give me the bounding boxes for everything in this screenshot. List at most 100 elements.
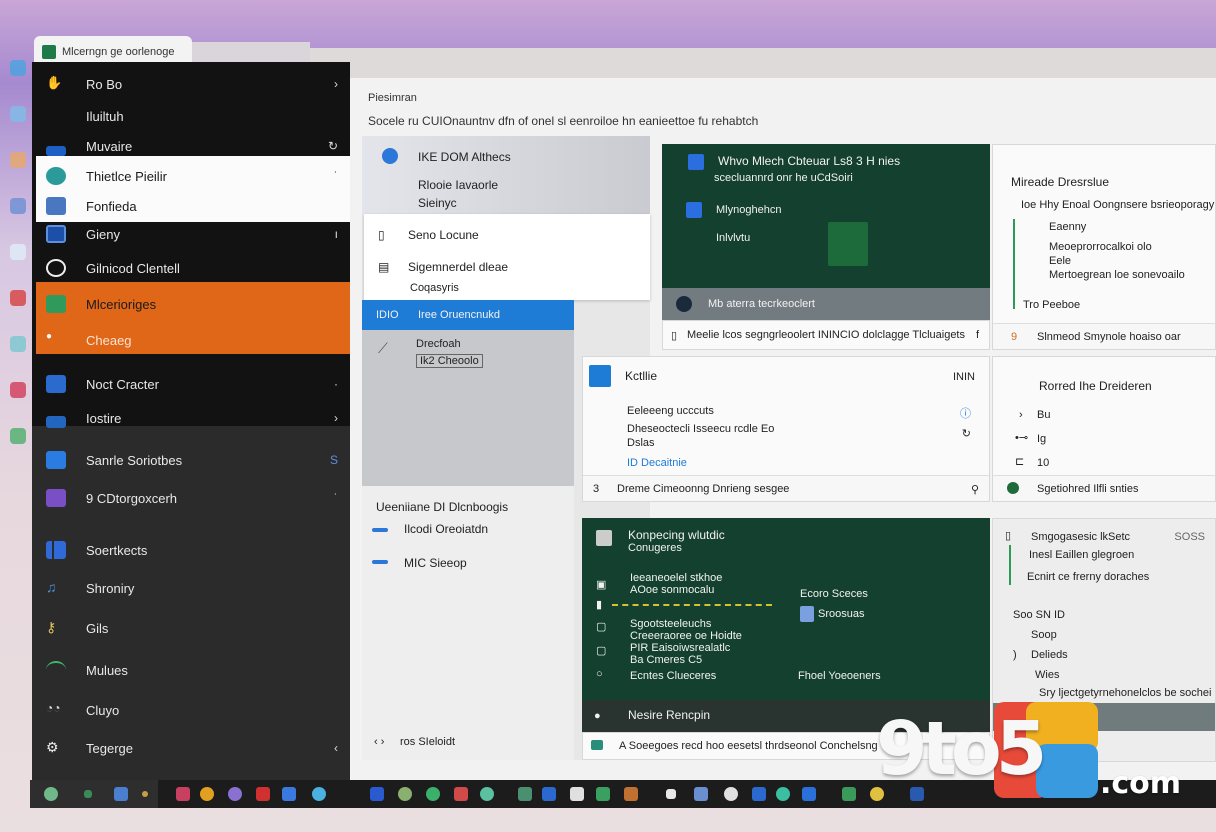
sidebar-item[interactable]: ♫ Shroniry xyxy=(32,578,350,598)
tree-item[interactable]: Eele xyxy=(1049,255,1071,267)
list-item[interactable]: Ilcodi Oreoiatdn xyxy=(404,522,488,536)
toggle-icon[interactable]: •⊸ xyxy=(1015,431,1028,444)
card-item[interactable]: Dheseoctecli Isseecu rcdle Eo xyxy=(627,423,774,435)
sidebar-item-active[interactable]: Mlcerioriges xyxy=(32,294,350,314)
taskbar-app-icon[interactable] xyxy=(200,787,214,801)
checkbox-icon[interactable]: ▯ xyxy=(671,329,677,342)
taskbar-app-icon[interactable] xyxy=(282,787,296,801)
taskbar-app-icon[interactable] xyxy=(480,787,494,801)
taskbar-app-icon[interactable] xyxy=(842,787,856,801)
sidebar-item[interactable]: Iluiltuh xyxy=(32,106,350,126)
app-icon[interactable] xyxy=(10,336,26,352)
sidebar-item[interactable]: Sanrle Soriotbes S xyxy=(32,450,350,470)
sidebar-item[interactable]: Gieny ı xyxy=(32,224,350,244)
sidebar-item[interactable]: ⚷ Gils xyxy=(32,618,350,638)
taskbar-app-icon[interactable] xyxy=(776,787,790,801)
sidebar-item[interactable]: Muvaire ↻ xyxy=(32,136,350,156)
menu-item[interactable]: Sigemnerdel dleae xyxy=(408,260,508,274)
app-icon[interactable] xyxy=(10,60,26,76)
card-d[interactable]: Rorred Ihe Dreideren › Bu •⊸ Ig ⊏ 10 Sge… xyxy=(992,356,1216,502)
taskbar-app-icon[interactable] xyxy=(542,787,556,801)
card-item: Sroosuas xyxy=(818,608,865,620)
app-icon[interactable] xyxy=(10,428,26,444)
taskbar-app-icon[interactable] xyxy=(426,787,440,801)
selected-list-item[interactable]: IDIO Iree Oruencnukd xyxy=(362,300,574,330)
sidebar-item[interactable]: ✋ Ro Bo › xyxy=(32,74,350,94)
app-icon[interactable] xyxy=(10,382,26,398)
card-a[interactable]: Whvo Mlech Cbteuar Ls8 3 H nies scecluan… xyxy=(662,144,990,320)
taskbar-app-icon[interactable] xyxy=(176,787,190,801)
sidebar-item[interactable]: ◔◔ Cluyo xyxy=(32,700,350,720)
sidebar-item[interactable]: Noct Cracter · xyxy=(32,374,350,394)
taskbar-app-icon[interactable] xyxy=(370,787,384,801)
card-a-footer[interactable]: ▯ Meelie lcos segngrleoolert ININCIO dol… xyxy=(662,320,990,350)
app-icon[interactable] xyxy=(10,152,26,168)
card-item[interactable]: Eeleeeng ucccuts xyxy=(627,405,714,417)
tray-icon[interactable] xyxy=(142,791,148,797)
taskbar-app-icon[interactable] xyxy=(694,787,708,801)
taskbar-app-icon[interactable] xyxy=(454,787,468,801)
sidebar-item[interactable]: Gilnicod Clentell xyxy=(32,258,350,278)
tree-item[interactable]: Eaenny xyxy=(1049,221,1086,233)
card-title: Kctllie xyxy=(625,369,658,383)
doc-icon xyxy=(686,202,702,218)
taskbar-app-icon[interactable] xyxy=(398,787,412,801)
taskbar-app-icon[interactable] xyxy=(256,787,270,801)
tray-icon[interactable] xyxy=(114,787,128,801)
card-item[interactable]: Inlvlvtu xyxy=(716,232,750,244)
window-tab[interactable]: Mlcerngn ge oorlenoge xyxy=(34,36,192,62)
tray-icon[interactable] xyxy=(84,790,92,798)
app-icon[interactable] xyxy=(10,244,26,260)
app-icon[interactable] xyxy=(10,198,26,214)
sidebar-item-selected[interactable]: Thietlce Pieilir ˙ xyxy=(32,166,350,186)
breadcrumb[interactable]: Piesimran xyxy=(368,92,417,104)
card-e[interactable]: Konpecing wlutdic Conugeres Ieeaneoelel … xyxy=(582,518,990,700)
tree-item[interactable]: Mertoegrean loe sonevoailo xyxy=(1049,269,1185,281)
blank-icon xyxy=(46,107,66,125)
card-footer-text: Sgetiohred Ilfli snties xyxy=(1037,483,1139,495)
taskbar-app-icon[interactable] xyxy=(752,787,766,801)
taskbar-app-icon[interactable] xyxy=(624,787,638,801)
card-item[interactable]: Dslas xyxy=(627,437,655,449)
card-item[interactable]: Delieds xyxy=(1031,649,1068,661)
card-item[interactable]: 10 xyxy=(1037,457,1049,469)
list-item[interactable]: Drecfoah xyxy=(416,338,461,350)
dot-icon: ˙ xyxy=(334,491,338,505)
sidebar-item[interactable]: Soertkects xyxy=(32,540,350,560)
sidebar-item[interactable]: Fonfieda xyxy=(32,196,350,216)
taskbar-app-icon[interactable] xyxy=(724,787,738,801)
menu-item[interactable]: Seno Locune xyxy=(408,228,479,242)
sidebar-item[interactable]: Iostire › xyxy=(32,408,350,428)
taskbar-app-icon[interactable] xyxy=(518,787,532,801)
taskbar-app-icon[interactable] xyxy=(228,787,242,801)
card-item[interactable]: Wies xyxy=(1035,669,1059,681)
start-icon[interactable] xyxy=(44,787,58,801)
tree-item[interactable]: Tro Peeboe xyxy=(1023,299,1080,311)
card-c[interactable]: Kctllie ININ Eeleeeng ucccuts Dheseoctec… xyxy=(582,356,990,502)
sidebar-item-label: Soertkects xyxy=(86,542,148,558)
card-b[interactable]: Mireade Dresrslue Ioe Hhy Enoal Oongnser… xyxy=(992,144,1216,350)
card-item[interactable]: Soop xyxy=(1031,629,1057,641)
sidebar-item[interactable]: ⚙ Tegerge ‹ xyxy=(32,738,350,758)
app-icon[interactable] xyxy=(10,290,26,306)
taskbar-app-icon[interactable] xyxy=(666,789,676,799)
tree-item[interactable]: Meoeprorrocalkoi olo xyxy=(1049,241,1152,253)
taskbar-app-icon[interactable] xyxy=(802,787,816,801)
card-item[interactable]: Soo SN ID xyxy=(1013,609,1065,621)
list-item[interactable]: MIC Sieeop xyxy=(404,556,467,570)
sidebar-item[interactable]: 9 CDtorgoxcerh ˙ xyxy=(32,488,350,508)
taskbar-app-icon[interactable] xyxy=(312,787,326,801)
sidebar-item[interactable]: Mulues xyxy=(32,660,350,680)
taskbar-app-icon[interactable] xyxy=(596,787,610,801)
card-item[interactable]: Ecnirt ce frerny doraches xyxy=(1027,571,1149,583)
card-link[interactable]: ID Decaitnie xyxy=(627,457,687,469)
puzzle-icon xyxy=(46,489,66,507)
app-icon[interactable] xyxy=(10,106,26,122)
taskbar-app-icon[interactable] xyxy=(570,787,584,801)
card-subtitle: Inesl Eaillen glegroen xyxy=(1029,549,1135,561)
sidebar-item[interactable]: ● Cheaeg xyxy=(32,330,350,350)
card-item[interactable]: Ig xyxy=(1037,433,1046,445)
card-item[interactable]: Mlynoghehcn xyxy=(716,204,781,216)
card-item[interactable]: Bu xyxy=(1037,409,1050,421)
card-item[interactable]: Sry ljectgetyrnehonelclos be sochei xyxy=(1039,687,1211,699)
